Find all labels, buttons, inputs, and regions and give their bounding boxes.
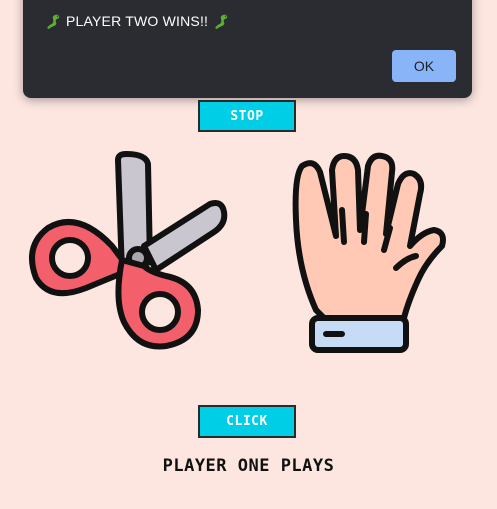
alert-message: PLAYER TWO WINS!! — [40, 12, 234, 30]
lizard-icon — [47, 14, 60, 29]
alert-message-text: PLAYER TWO WINS!! — [66, 13, 209, 29]
ok-button[interactable]: OK — [392, 50, 456, 82]
turn-status: PLAYER ONE PLAYS — [162, 456, 335, 476]
lizard-icon — [215, 14, 228, 29]
stop-button[interactable]: STOP — [198, 100, 296, 132]
paper-hand-icon — [292, 152, 446, 353]
alert-dialog: PLAYER TWO WINS!! OK — [23, 0, 472, 98]
scissors-icon — [29, 151, 228, 350]
click-button[interactable]: CLICK — [198, 405, 296, 438]
